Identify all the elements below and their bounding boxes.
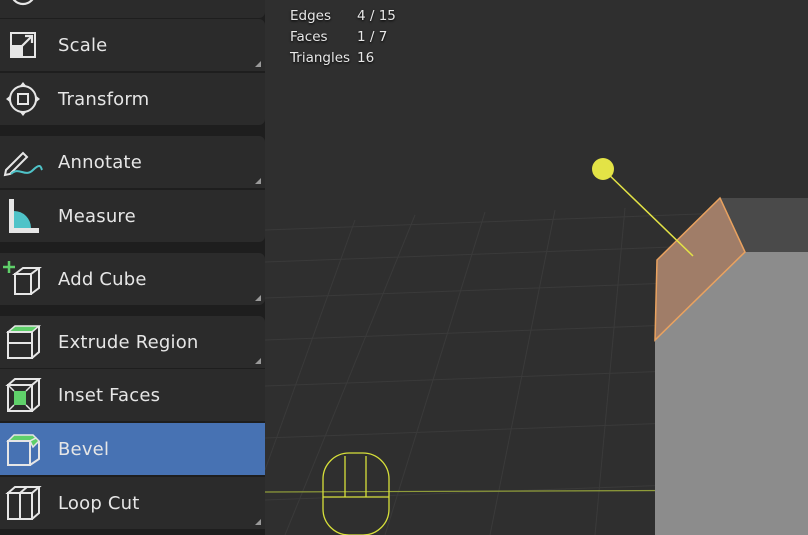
mouse-icon <box>322 452 390 535</box>
tool-measure[interactable]: Measure <box>0 190 265 242</box>
bevel-icon <box>2 429 44 469</box>
inset-faces-icon <box>2 375 44 415</box>
annotate-icon <box>2 142 44 182</box>
stat-triangles: Triangles 16 <box>290 50 375 66</box>
bevel-gizmo-line <box>602 168 694 257</box>
more-tools-indicator <box>255 178 261 184</box>
tool-add-cube[interactable]: Add Cube <box>0 253 265 305</box>
more-tools-indicator <box>255 61 261 67</box>
bevel-gizmo-handle[interactable] <box>592 158 614 180</box>
tool-shelf: Scale Transform Annotate Measure Add Cub… <box>0 0 265 535</box>
more-tools-indicator <box>255 358 261 364</box>
mesh-statistics: Edges 4 / 15 Faces 1 / 7 Triangles 16 <box>290 6 396 69</box>
measure-icon <box>2 196 44 236</box>
extrude-region-icon <box>2 322 44 362</box>
stat-edges: Edges 4 / 15 <box>290 8 396 24</box>
tool-extrude-region[interactable]: Extrude Region <box>0 316 265 368</box>
viewport-scene <box>265 158 808 535</box>
tool-annotate[interactable]: Annotate <box>0 136 265 188</box>
scale-icon <box>2 25 44 65</box>
more-tools-indicator <box>255 295 261 301</box>
add-cube-icon <box>2 259 44 299</box>
loop-cut-icon <box>2 483 44 523</box>
blender-window: Edges 4 / 15 Faces 1 / 7 Triangles 16 Sc… <box>0 0 808 535</box>
tool-inset-faces[interactable]: Inset Faces <box>0 369 265 421</box>
tool-bevel[interactable]: Bevel <box>0 423 265 475</box>
more-tools-indicator <box>255 519 261 525</box>
tool-scale[interactable]: Scale <box>0 19 265 71</box>
stat-faces: Faces 1 / 7 <box>290 29 388 45</box>
rotate-icon <box>2 0 44 12</box>
tool-rotate[interactable] <box>0 0 265 18</box>
tool-transform[interactable]: Transform <box>0 73 265 125</box>
3d-viewport[interactable]: Edges 4 / 15 Faces 1 / 7 Triangles 16 <box>265 0 808 535</box>
tool-loop-cut[interactable]: Loop Cut <box>0 477 265 529</box>
transform-icon <box>2 79 44 119</box>
